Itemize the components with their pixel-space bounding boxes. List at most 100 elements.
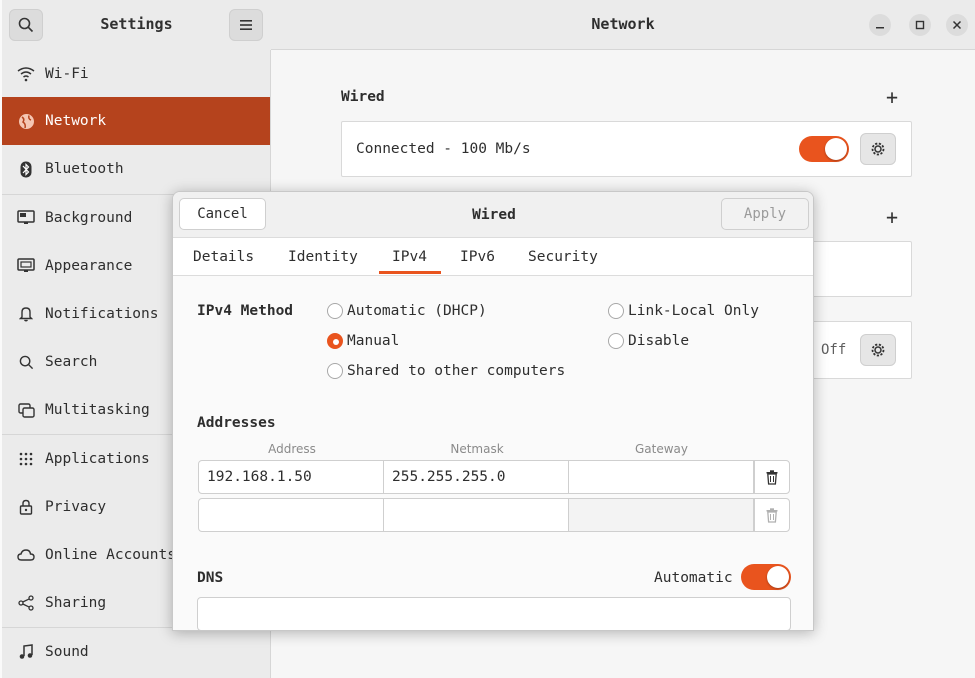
dialog-header: Cancel Wired Apply: [173, 192, 813, 238]
sidebar-item-label: Online Accounts: [45, 547, 176, 563]
wired-connection-card: Connected - 100 Mb/s: [341, 121, 912, 177]
sidebar-item-label: Bluetooth: [45, 161, 124, 177]
tab-security[interactable]: Security: [528, 249, 598, 265]
ipv4-page: IPv4 Method Automatic (DHCP) Link-Local …: [173, 276, 813, 630]
netmask-input[interactable]: 255.255.255.0: [383, 460, 569, 494]
radio-label: Automatic (DHCP): [347, 303, 487, 319]
share-icon: [16, 593, 36, 613]
method-link-local-radio[interactable]: Link-Local Only: [608, 303, 759, 319]
main-header: Network: [271, 0, 975, 50]
maximize-button[interactable]: [909, 14, 931, 36]
music-note-icon: [16, 642, 36, 662]
search-icon: [16, 352, 36, 372]
gateway-input[interactable]: [568, 460, 754, 494]
sidebar-item-sound[interactable]: Sound: [2, 628, 270, 676]
address-input[interactable]: 192.168.1.50: [198, 460, 384, 494]
appearance-icon: [16, 256, 36, 276]
radio-label: Disable: [628, 333, 690, 349]
active-tab-indicator: [379, 271, 441, 274]
tab-details[interactable]: Details: [193, 249, 254, 265]
proxy-state: Off: [821, 342, 847, 358]
address-row: [198, 498, 790, 532]
menu-button[interactable]: [229, 9, 263, 41]
column-header-address: Address: [268, 442, 316, 456]
radio-circle: [608, 303, 624, 319]
radio-circle: [327, 363, 343, 379]
sidebar-item-label: Privacy: [45, 499, 107, 515]
wifi-icon: [16, 64, 36, 84]
grid-icon: [16, 449, 36, 469]
sidebar-item-label: Sound: [45, 644, 89, 660]
sidebar-item-wifi[interactable]: Wi-Fi: [2, 50, 270, 98]
gear-icon: [871, 142, 885, 156]
sidebar-item-label: Multitasking: [45, 402, 150, 418]
wired-settings-button[interactable]: [860, 133, 896, 165]
delete-address-button[interactable]: [754, 498, 790, 532]
maximize-icon: [915, 20, 925, 30]
sidebar-item-bluetooth[interactable]: Bluetooth: [2, 145, 270, 193]
cloud-icon: [16, 545, 36, 565]
add-wired-button[interactable]: +: [886, 87, 898, 107]
dns-input[interactable]: [197, 597, 791, 630]
bluetooth-icon: [16, 159, 36, 179]
method-automatic-radio[interactable]: Automatic (DHCP): [327, 303, 487, 319]
wired-toggle[interactable]: [799, 136, 849, 162]
gateway-input[interactable]: [568, 498, 754, 532]
close-icon: [952, 20, 962, 30]
dialog-title: Wired: [472, 207, 516, 223]
toggle-knob: [825, 138, 847, 160]
trash-icon: [766, 469, 778, 485]
add-vpn-button[interactable]: +: [886, 207, 898, 227]
dns-automatic-label: Automatic: [654, 570, 733, 586]
dialog-tabs: Details Identity IPv4 IPv6 Security: [173, 238, 813, 276]
lock-icon: [16, 497, 36, 517]
hamburger-icon: [240, 20, 252, 30]
sidebar-item-label: Applications: [45, 451, 150, 467]
plus-icon: +: [886, 85, 899, 109]
method-disable-radio[interactable]: Disable: [608, 333, 689, 349]
toggle-knob: [767, 566, 789, 588]
sidebar-item-label: Notifications: [45, 306, 159, 322]
radio-circle: [327, 303, 343, 319]
sidebar-item-label: Appearance: [45, 258, 133, 274]
sidebar-item-label: Network: [45, 113, 107, 129]
gear-icon: [871, 343, 885, 357]
tab-ipv6[interactable]: IPv6: [460, 249, 495, 265]
ipv4-method-label: IPv4 Method: [197, 303, 294, 319]
column-header-gateway: Gateway: [634, 442, 688, 456]
radio-circle-selected: [327, 333, 343, 349]
plus-icon: +: [886, 205, 899, 229]
address-input[interactable]: [198, 498, 384, 532]
delete-address-button[interactable]: [754, 460, 790, 494]
minimize-button[interactable]: [869, 14, 891, 36]
sidebar-item-label: Wi-Fi: [45, 66, 89, 82]
address-row: 192.168.1.50 255.255.255.0: [198, 460, 790, 494]
sidebar-item-network[interactable]: Network: [2, 97, 270, 145]
radio-circle: [608, 333, 624, 349]
dns-automatic-toggle[interactable]: [741, 564, 791, 590]
bell-icon: [16, 304, 36, 324]
apply-button[interactable]: Apply: [721, 198, 809, 230]
dns-label: DNS: [197, 570, 224, 586]
tab-ipv4[interactable]: IPv4: [392, 249, 427, 265]
method-manual-radio[interactable]: Manual: [327, 333, 399, 349]
tab-identity[interactable]: Identity: [288, 249, 358, 265]
wired-section-title: Wired: [341, 89, 385, 105]
netmask-input[interactable]: [383, 498, 569, 532]
column-header-netmask: Netmask: [450, 442, 504, 456]
monitor-icon: [16, 208, 36, 228]
proxy-settings-button[interactable]: [860, 334, 896, 366]
sidebar-item-label: Background: [45, 210, 133, 226]
close-button[interactable]: [946, 14, 968, 36]
trash-icon: [766, 507, 778, 523]
multitasking-icon: [16, 400, 36, 420]
radio-label: Manual: [347, 333, 400, 349]
sidebar-item-label: Search: [45, 354, 98, 370]
method-shared-radio[interactable]: Shared to other computers: [327, 363, 565, 379]
wired-settings-dialog: Cancel Wired Apply Details Identity IPv4…: [172, 191, 814, 631]
sidebar-header: Settings: [2, 0, 271, 50]
wired-status: Connected - 100 Mb/s: [356, 141, 531, 157]
addresses-label: Addresses: [197, 415, 276, 431]
radio-label: Link-Local Only: [628, 303, 759, 319]
sidebar-item-label: Sharing: [45, 595, 107, 611]
